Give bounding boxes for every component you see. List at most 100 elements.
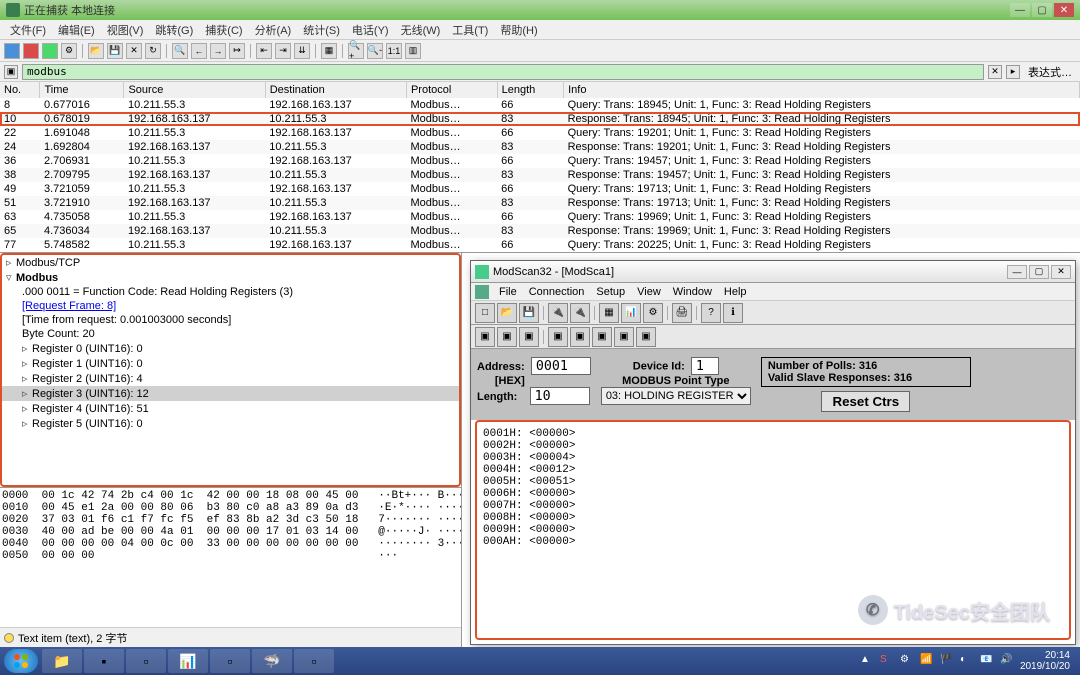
minimize-button[interactable]: — [1007,265,1027,279]
task-app[interactable]: ▫ [126,649,166,673]
start-capture-icon[interactable] [4,43,20,59]
packet-row[interactable]: 775.74858210.211.55.3192.168.163.137Modb… [0,238,1080,252]
print-icon[interactable]: 🖨 [672,303,692,323]
maximize-button[interactable]: ▢ [1029,265,1049,279]
tray-icon[interactable]: ◐ [960,654,974,668]
packet-row[interactable]: 100.678019192.168.163.13710.211.55.3Modb… [0,112,1080,126]
menu-help[interactable]: Help [718,286,753,298]
menu-file[interactable]: 文件(F) [4,22,52,38]
apply-filter-icon[interactable]: ▸ [1006,65,1020,79]
tree-reg2[interactable]: ▹Register 2 (UINT16): 4 [2,371,459,386]
packet-row[interactable]: 493.72105910.211.55.3192.168.163.137Modb… [0,182,1080,196]
wireshark-titlebar[interactable]: 正在捕获 本地连接 — ▢ ✕ [0,0,1080,20]
data-format-icon[interactable]: ▣ [475,327,495,347]
packet-row[interactable]: 221.69104810.211.55.3192.168.163.137Modb… [0,126,1080,140]
zoom-out-icon[interactable]: 🔍- [367,43,383,59]
restart-capture-icon[interactable] [42,43,58,59]
save-icon[interactable]: 💾 [519,303,539,323]
tray-volume-icon[interactable]: 🔊 [1000,654,1014,668]
first-icon[interactable]: ⇤ [256,43,272,59]
menu-wireless[interactable]: 无线(W) [395,22,447,38]
zoom-reset-icon[interactable]: 1:1 [386,43,402,59]
col-proto[interactable]: Protocol [406,82,497,98]
tree-reg4[interactable]: ▹Register 4 (UINT16): 51 [2,401,459,416]
col-no[interactable]: No. [0,82,40,98]
address-input[interactable] [531,357,591,375]
packet-row[interactable]: 513.721910192.168.163.13710.211.55.3Modb… [0,196,1080,210]
modscan-window[interactable]: ModScan32 - [ModSca1] — ▢ ✕ File Connect… [470,260,1076,645]
tree-modbus[interactable]: ▿Modbus [2,270,459,285]
tray-icon[interactable]: S [880,654,894,668]
tray-icon[interactable]: ▲ [860,654,874,668]
close-button[interactable]: ✕ [1054,3,1074,17]
packet-row[interactable]: 241.692804192.168.163.13710.211.55.3Modb… [0,140,1080,154]
menu-connection[interactable]: Connection [523,286,591,298]
hex-dump[interactable]: 0000 00 1c 42 74 2b c4 00 1c 42 00 00 18… [0,487,461,627]
col-source[interactable]: Source [124,82,265,98]
format-icon[interactable]: ▦ [599,303,619,323]
next-icon[interactable]: → [210,43,226,59]
stop-capture-icon[interactable] [23,43,39,59]
menu-analyze[interactable]: 分析(A) [249,22,298,38]
chart-icon[interactable]: 📊 [621,303,641,323]
tree-request-frame[interactable]: [Request Frame: 8] [2,299,459,313]
help-icon[interactable]: ? [701,303,721,323]
packet-row[interactable]: 382.709795192.168.163.13710.211.55.3Modb… [0,168,1080,182]
packet-row[interactable]: 634.73505810.211.55.3192.168.163.137Modb… [0,210,1080,224]
reload-icon[interactable]: ↻ [145,43,161,59]
tree-func[interactable]: .000 0011 = Function Code: Read Holding … [2,285,459,299]
task-wireshark[interactable]: 🦈 [252,649,292,673]
close-file-icon[interactable]: ✕ [126,43,142,59]
open-icon[interactable]: 📂 [497,303,517,323]
col-time[interactable]: Time [40,82,124,98]
config-icon[interactable]: ⚙ [643,303,663,323]
data-format-icon[interactable]: ▣ [519,327,539,347]
menu-statistics[interactable]: 统计(S) [297,22,346,38]
task-explorer[interactable]: 📁 [42,649,82,673]
clock[interactable]: 20:14 2019/10/20 [1020,650,1070,672]
bookmark-icon[interactable]: ▣ [4,65,18,79]
tree-reg0[interactable]: ▹Register 0 (UINT16): 0 [2,341,459,356]
menu-window[interactable]: Window [667,286,718,298]
menu-edit[interactable]: 编辑(E) [52,22,101,38]
data-format-icon[interactable]: ▣ [497,327,517,347]
menu-help[interactable]: 帮助(H) [494,22,543,38]
tree-reg1[interactable]: ▹Register 1 (UINT16): 0 [2,356,459,371]
last-icon[interactable]: ⇥ [275,43,291,59]
data-format-icon[interactable]: ▣ [614,327,634,347]
find-icon[interactable]: 🔍 [172,43,188,59]
packet-row[interactable]: 80.67701610.211.55.3192.168.163.137Modbu… [0,98,1080,112]
data-format-icon[interactable]: ▣ [570,327,590,347]
tree-byte-count[interactable]: Byte Count: 20 [2,327,459,341]
tree-time-from-request[interactable]: [Time from request: 0.001003000 seconds] [2,313,459,327]
close-button[interactable]: ✕ [1051,265,1071,279]
menu-capture[interactable]: 捕获(C) [199,22,248,38]
data-format-icon[interactable]: ▣ [548,327,568,347]
menu-tools[interactable]: 工具(T) [446,22,494,38]
tray-flag-icon[interactable]: 🏴 [940,654,954,668]
tree-reg3[interactable]: ▹Register 3 (UINT16): 12 [2,386,459,401]
colorize-icon[interactable]: ▦ [321,43,337,59]
disconnect-icon[interactable]: 🔌 [570,303,590,323]
tray-icon[interactable]: ⚙ [900,654,914,668]
autoscroll-icon[interactable]: ⇊ [294,43,310,59]
clear-filter-icon[interactable]: ✕ [988,65,1002,79]
menu-setup[interactable]: Setup [590,286,631,298]
expression-button[interactable]: 表达式… [1024,64,1076,80]
data-format-icon[interactable]: ▣ [636,327,656,347]
new-icon[interactable]: □ [475,303,495,323]
task-modscan[interactable]: 📊 [168,649,208,673]
tree-modbus-tcp[interactable]: ▹Modbus/TCP [2,255,459,270]
filter-input[interactable] [22,64,984,80]
packet-details[interactable]: ▹Modbus/TCP ▿Modbus .000 0011 = Function… [0,253,461,487]
length-input[interactable] [530,387,590,405]
packet-list[interactable]: No. Time Source Destination Protocol Len… [0,82,1080,252]
col-dest[interactable]: Destination [265,82,406,98]
menu-go[interactable]: 跳转(G) [149,22,199,38]
menu-view[interactable]: 视图(V) [101,22,150,38]
start-button[interactable] [4,649,38,673]
col-info[interactable]: Info [564,82,1080,98]
open-icon[interactable]: 📂 [88,43,104,59]
jump-icon[interactable]: ↦ [229,43,245,59]
point-type-select[interactable]: 03: HOLDING REGISTER [601,387,751,405]
